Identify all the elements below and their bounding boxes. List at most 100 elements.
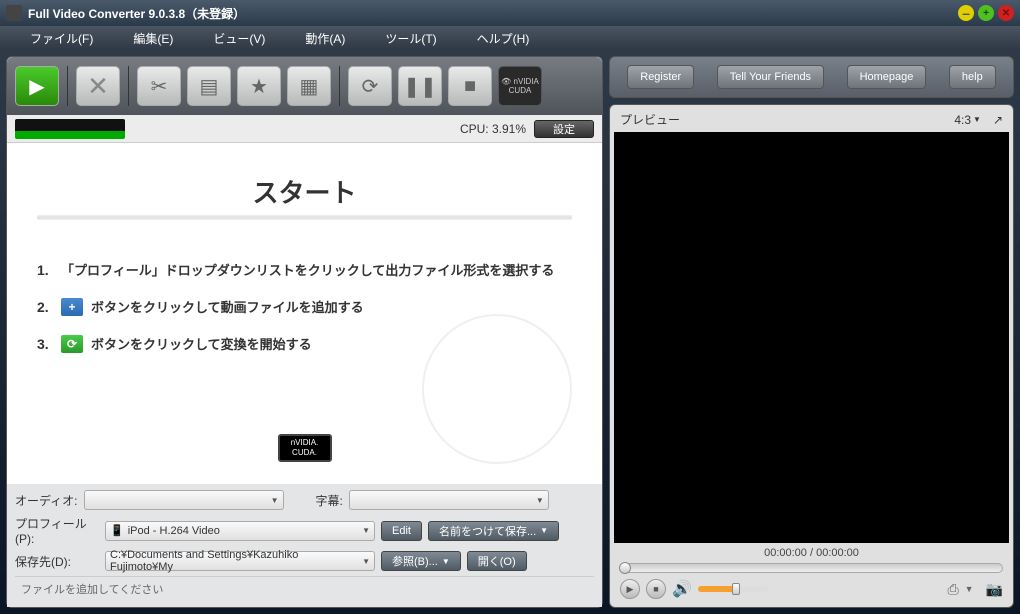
chevron-down-icon: ▼ <box>973 115 981 124</box>
menu-edit[interactable]: 編集(E) <box>113 30 193 47</box>
titlebar: Full Video Converter 9.0.3.8（未登録） – + ✕ <box>0 0 1020 26</box>
cpu-graph <box>15 119 125 139</box>
reel-decoration <box>422 314 572 464</box>
nvidia-cuda-badge: nVIDIA. CUDA. <box>278 434 332 462</box>
preview-panel: プレビュー 4:3 ▼ ↗ 00:00:00 / 00:00:00 ▶ ■ 🔊 <box>609 104 1014 608</box>
menu-file[interactable]: ファイル(F) <box>10 30 113 47</box>
app-icon <box>6 5 22 21</box>
menu-action[interactable]: 動作(A) <box>285 30 365 47</box>
right-buttons-bar: Register Tell Your Friends Homepage help <box>609 56 1014 98</box>
menu-tool[interactable]: ツール(T) <box>365 30 456 47</box>
cpu-label: CPU: 3.91% <box>133 122 526 136</box>
close-button[interactable]: ✕ <box>998 5 1014 21</box>
cuda-button[interactable]: 👁 nVIDIA CUDA <box>498 66 542 106</box>
edit-button[interactable]: Edit <box>381 521 422 541</box>
homepage-button[interactable]: Homepage <box>847 65 927 89</box>
speaker-icon[interactable]: 🔊 <box>672 579 692 599</box>
play-button[interactable]: ▶ <box>620 579 640 599</box>
start-title: スタート <box>37 173 572 210</box>
bottom-controls: オーディオ: 字幕: プロフィール(P): 📱 iPod - H.264 Vid… <box>7 484 602 607</box>
addclip-icon: ▦ <box>300 74 319 99</box>
profile-select[interactable]: 📱 iPod - H.264 Video <box>105 521 375 541</box>
step1-text: 「プロフィール」ドロップダウンリストをクリックして出力ファイル形式を選択する <box>61 260 554 279</box>
x-icon: ✕ <box>87 71 109 102</box>
volume-slider[interactable] <box>698 586 768 592</box>
stop-button[interactable]: ■ <box>448 66 492 106</box>
step2-num: 2. <box>37 299 53 315</box>
scrubber[interactable] <box>620 563 1003 573</box>
dest-label: 保存先(D): <box>15 553 99 570</box>
toolbar-separator <box>67 66 68 106</box>
aspect-ratio[interactable]: 4:3 <box>954 113 971 127</box>
subtitle-select[interactable] <box>349 490 549 510</box>
profile-value: iPod - H.264 Video <box>128 525 220 537</box>
step3-num: 3. <box>37 336 53 352</box>
preview-time: 00:00:00 / 00:00:00 <box>614 545 1009 561</box>
dest-select[interactable]: C:¥Documents and Settings¥Kazuhiko Fujim… <box>105 551 375 571</box>
toolbar-separator <box>339 66 340 106</box>
saveas-button[interactable]: 名前をつけて保存... ▼ <box>428 521 559 541</box>
preview-controls: ▶ ■ 🔊 ⎙ ▼ 📷 <box>614 575 1009 603</box>
status-bar: ファイルを追加してください <box>15 576 594 601</box>
convert-button[interactable]: ⟳ <box>348 66 392 106</box>
refresh-icon: ⟳ <box>362 74 379 99</box>
minimize-button[interactable]: – <box>958 5 974 21</box>
left-panel: ▶ ✕ ✂ ▤ ★ ▦ ⟳ ❚❚ ■ 👁 nVIDIA CUDA CPU: <box>6 56 603 608</box>
cpu-bar: CPU: 3.91% 設定 <box>7 115 602 143</box>
snapshot-icon[interactable]: ⎙ <box>947 581 958 598</box>
popout-icon[interactable]: ↗ <box>993 113 1003 127</box>
volume-handle[interactable] <box>732 583 740 595</box>
right-panel: Register Tell Your Friends Homepage help… <box>609 56 1014 608</box>
camera-icon[interactable]: 📷 <box>986 581 1003 598</box>
scissors-icon: ✂ <box>151 74 168 99</box>
pause-icon: ❚❚ <box>403 74 437 99</box>
step2-text: ボタンをクリックして動画ファイルを追加する <box>91 297 364 316</box>
cut-button[interactable]: ✂ <box>137 66 181 106</box>
menu-help[interactable]: ヘルプ(H) <box>457 30 550 47</box>
open-button[interactable]: 開く(O) <box>467 551 527 571</box>
tell-friends-button[interactable]: Tell Your Friends <box>717 65 824 89</box>
register-button[interactable]: Register <box>627 65 694 89</box>
subtitle-label: 字幕: <box>316 492 343 509</box>
audio-label: オーディオ: <box>15 492 78 509</box>
refresh-step-icon: ⟳ <box>61 335 83 353</box>
stop-icon: ■ <box>464 75 476 98</box>
browse-button[interactable]: 参照(B)... ▼ <box>381 551 461 571</box>
dest-value: C:¥Documents and Settings¥Kazuhiko Fujim… <box>110 549 356 573</box>
clip-icon: ▤ <box>200 74 219 99</box>
audio-select[interactable] <box>84 490 284 510</box>
cuda-line1: 👁 nVIDIA <box>501 77 539 86</box>
menubar: ファイル(F) 編集(E) ビュー(V) 動作(A) ツール(T) ヘルプ(H) <box>0 26 1020 50</box>
scrub-handle[interactable] <box>619 562 631 574</box>
add-clip-button[interactable]: ▦ <box>287 66 331 106</box>
app-title: Full Video Converter 9.0.3.8（未登録） <box>28 5 958 22</box>
nvidia-line1: nVIDIA. <box>291 438 319 448</box>
preview-video <box>614 132 1009 543</box>
separator-line <box>37 215 572 220</box>
nvidia-line2: CUDA. <box>292 448 317 458</box>
clip-button[interactable]: ▤ <box>187 66 231 106</box>
pause-button[interactable]: ❚❚ <box>398 66 442 106</box>
preview-title: プレビュー <box>620 111 954 128</box>
star-icon: ★ <box>250 74 268 99</box>
add-icon: ▶ <box>29 74 44 99</box>
maximize-button[interactable]: + <box>978 5 994 21</box>
delete-button[interactable]: ✕ <box>76 66 120 106</box>
add-file-button[interactable]: ▶ <box>15 66 59 106</box>
profile-label: プロフィール(P): <box>15 515 99 546</box>
help-button[interactable]: help <box>949 65 996 89</box>
film-add-icon: + <box>61 298 83 316</box>
step3-text: ボタンをクリックして変換を開始する <box>91 334 312 353</box>
toolbar: ▶ ✕ ✂ ▤ ★ ▦ ⟳ ❚❚ ■ 👁 nVIDIA CUDA <box>7 57 602 115</box>
cuda-line2: CUDA <box>509 86 532 95</box>
menu-view[interactable]: ビュー(V) <box>193 30 285 47</box>
settings-button[interactable]: 設定 <box>534 120 594 138</box>
step-1: 1. 「プロフィール」ドロップダウンリストをクリックして出力ファイル形式を選択す… <box>37 260 572 279</box>
content-area: ▶ ✕ ✂ ▤ ★ ▦ ⟳ ❚❚ ■ 👁 nVIDIA CUDA CPU: <box>0 50 1020 614</box>
step1-num: 1. <box>37 262 53 278</box>
toolbar-separator <box>128 66 129 106</box>
preview-header: プレビュー 4:3 ▼ ↗ <box>614 109 1009 130</box>
stop-preview-button[interactable]: ■ <box>646 579 666 599</box>
effects-button[interactable]: ★ <box>237 66 281 106</box>
main-area: スタート 1. 「プロフィール」ドロップダウンリストをクリックして出力ファイル形… <box>7 143 602 484</box>
